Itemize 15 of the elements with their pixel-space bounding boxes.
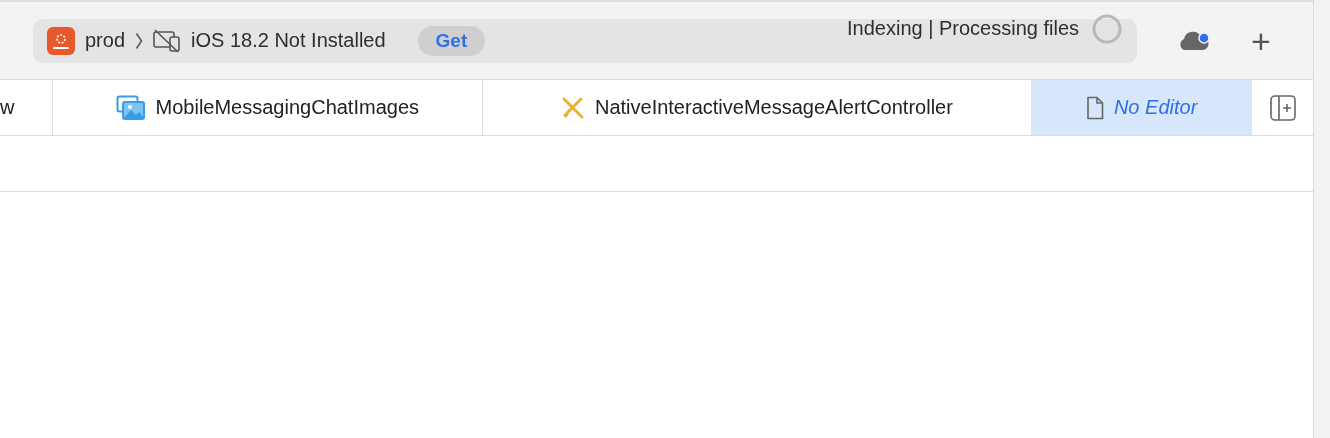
scheme-label[interactable]: prod bbox=[85, 29, 126, 52]
cloud-button[interactable] bbox=[1177, 29, 1211, 52]
editor-tab[interactable]: No Editor bbox=[1031, 80, 1253, 135]
add-button[interactable]: + bbox=[1247, 23, 1275, 58]
status-text: Indexing | Processing files bbox=[847, 17, 1079, 40]
split-editor-button[interactable] bbox=[1269, 94, 1296, 121]
hammer-brush-icon bbox=[560, 95, 585, 120]
spinner-icon bbox=[1091, 12, 1123, 45]
destination-label[interactable]: iOS 18.2 Not Installed bbox=[191, 29, 386, 52]
app-icon bbox=[47, 26, 75, 55]
images-icon bbox=[115, 94, 146, 121]
editor-tab[interactable]: w bbox=[0, 80, 53, 135]
document-icon bbox=[1085, 95, 1104, 120]
chevron-icon bbox=[135, 31, 144, 50]
device-slash-icon bbox=[153, 28, 182, 53]
